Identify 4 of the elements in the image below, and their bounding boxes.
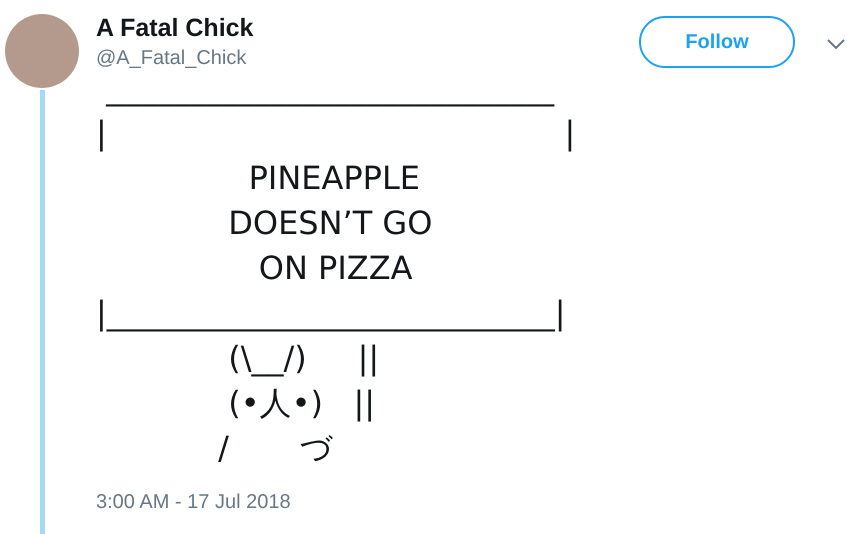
chevron-down-icon[interactable]: [827, 39, 845, 50]
author-name[interactable]: A Fatal Chick: [96, 12, 639, 44]
tweet-timestamp[interactable]: 3:00 AM - 17 Jul 2018: [96, 491, 291, 514]
follow-button[interactable]: Follow: [639, 16, 795, 68]
